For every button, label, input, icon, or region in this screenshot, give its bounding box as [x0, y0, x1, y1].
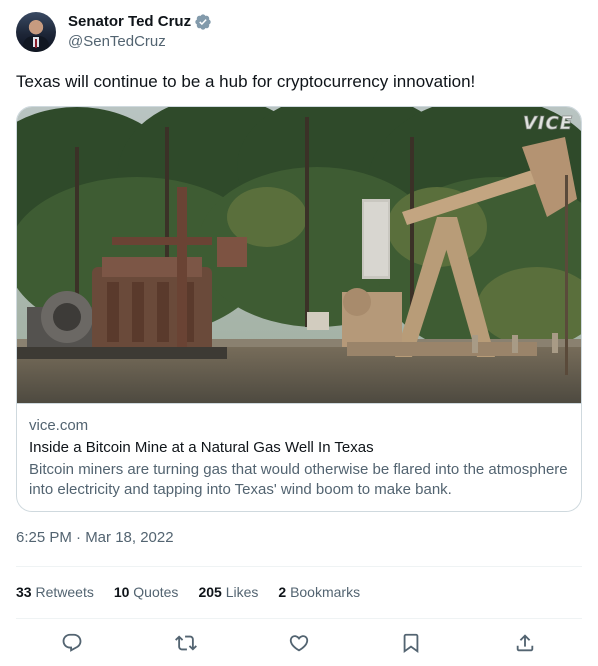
retweet-button[interactable] [171, 628, 201, 658]
author-handle[interactable]: @SenTedCruz [68, 32, 212, 52]
stat-quotes-count: 10 [113, 584, 130, 600]
author-avatar[interactable] [16, 12, 56, 52]
tweet-timestamp[interactable]: 6:25 PM · Mar 18, 2022 [16, 528, 174, 548]
bookmark-button[interactable] [396, 628, 426, 658]
avatar-tie-shape [35, 39, 37, 48]
link-description: Bitcoin miners are turning gas that woul… [29, 461, 568, 498]
stat-bookmarks[interactable]: 2 Bookmarks [278, 584, 360, 600]
tweet-actions-bar [16, 628, 582, 658]
stat-bookmarks-count: 2 [278, 584, 287, 600]
stat-bookmarks-label: Bookmarks [290, 584, 361, 600]
author-name-row: Senator Ted Cruz [68, 12, 212, 32]
reply-icon [62, 633, 82, 652]
stat-quotes[interactable]: 10 Quotes [114, 584, 179, 600]
stat-retweets-label: Retweets [35, 584, 94, 600]
engagement-stats: 33 Retweets 10 Quotes 205 Likes 2 Bookma… [16, 582, 380, 602]
verified-badge-icon[interactable] [194, 13, 212, 31]
vice-watermark-logo: VICE [522, 113, 573, 135]
tweet-text: Texas will continue to be a hub for cryp… [16, 72, 476, 91]
divider-top [16, 566, 582, 567]
bookmark-icon [403, 633, 419, 654]
heart-icon [289, 635, 309, 652]
author-name[interactable]: Senator Ted Cruz [68, 12, 191, 32]
link-title[interactable]: Inside a Bitcoin Mine at a Natural Gas W… [29, 438, 569, 458]
author-identity: Senator Ted Cruz @SenTedCruz [68, 12, 212, 52]
share-icon [516, 634, 534, 652]
stat-retweets-count: 33 [16, 584, 32, 600]
stat-retweets[interactable]: 33 Retweets [16, 584, 94, 600]
divider-bottom [16, 618, 582, 619]
stat-likes-label: Likes [225, 584, 259, 600]
link-preview-card[interactable]: VICE vice.com Inside a Bitcoin Mine at a… [16, 106, 582, 512]
like-button[interactable] [284, 628, 314, 658]
stat-likes[interactable]: 205 Likes [198, 584, 258, 600]
link-preview-image[interactable]: VICE [17, 107, 581, 403]
stat-quotes-label: Quotes [133, 584, 179, 600]
reply-button[interactable] [57, 628, 87, 658]
link-domain: vice.com [29, 417, 89, 434]
tweet-header: Senator Ted Cruz @SenTedCruz [16, 12, 212, 52]
share-button[interactable] [510, 628, 540, 658]
retweet-icon [175, 635, 197, 651]
stat-likes-count: 205 [198, 584, 222, 600]
link-preview-body[interactable]: vice.com Inside a Bitcoin Mine at a Natu… [17, 403, 581, 511]
